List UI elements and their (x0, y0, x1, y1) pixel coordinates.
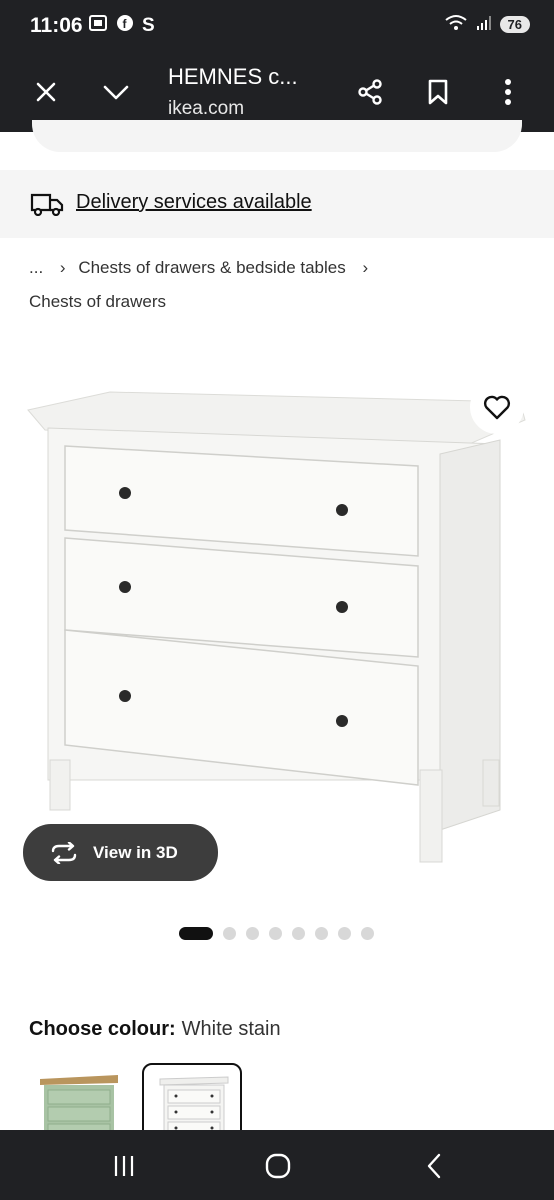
page-title: HEMNES c... (168, 64, 298, 89)
more-vert-icon (505, 79, 511, 105)
home-button[interactable] (258, 1148, 298, 1184)
facebook-icon: f (116, 14, 134, 38)
close-icon (36, 82, 56, 102)
truck-icon (30, 192, 64, 221)
delivery-services-link[interactable]: Delivery services available (76, 191, 312, 214)
carousel-dot[interactable] (269, 927, 282, 940)
more-options-button[interactable] (488, 72, 528, 112)
recent-apps-button[interactable] (104, 1148, 144, 1184)
favourite-button[interactable] (470, 380, 524, 434)
breadcrumb: ... › Chests of drawers & bedside tables… (29, 258, 368, 278)
search-bar-remnant (32, 120, 522, 152)
carousel-dot[interactable] (223, 927, 236, 940)
battery-indicator: 76 (499, 16, 530, 33)
status-notification-icons: f S (88, 14, 155, 38)
close-tab-button[interactable] (26, 72, 66, 112)
colour-label: Choose colour: (29, 1018, 176, 1040)
product-image[interactable] (0, 360, 554, 880)
carousel-dot-active[interactable] (179, 927, 213, 940)
chevron-right-icon: › (59, 258, 66, 277)
status-right-icons: 76 (444, 14, 530, 35)
breadcrumb-current[interactable]: Chests of drawers (29, 292, 166, 312)
view-in-3d-label: View in 3D (93, 842, 178, 862)
carousel-dot[interactable] (338, 927, 351, 940)
colour-value: White stain (181, 1018, 281, 1040)
signal-icon (476, 15, 492, 34)
colour-chooser: Choose colour: White stain (29, 1018, 281, 1041)
wifi-icon (444, 14, 468, 35)
recent-apps-icon (114, 1156, 134, 1176)
samsung-s-icon: S (142, 15, 155, 36)
chevron-right-icon: › (362, 258, 369, 277)
status-bar: 11:06 f S 76 (0, 0, 554, 52)
status-time: 11:06 (30, 14, 83, 37)
system-navigation-bar (0, 1130, 554, 1200)
back-icon (427, 1153, 441, 1179)
heart-icon (483, 395, 511, 420)
view-in-3d-button[interactable]: View in 3D (23, 824, 218, 881)
carousel-dot[interactable] (292, 927, 305, 940)
carousel-dot[interactable] (361, 927, 374, 940)
share-button[interactable] (350, 72, 390, 112)
chevron-down-icon (103, 85, 129, 100)
bookmark-icon (428, 79, 448, 105)
share-icon (358, 79, 382, 105)
image-carousel-indicator (179, 927, 374, 940)
screenshot-icon (88, 14, 108, 38)
delivery-banner: Delivery services available (0, 170, 554, 238)
back-button[interactable] (414, 1148, 454, 1184)
carousel-dot[interactable] (246, 927, 259, 940)
home-icon (265, 1153, 291, 1179)
bookmark-button[interactable] (418, 72, 458, 112)
breadcrumb-chests-bedside[interactable]: Chests of drawers & bedside tables (78, 258, 345, 277)
page-url: ikea.com (168, 98, 245, 119)
minimize-tab-button[interactable] (96, 72, 136, 112)
carousel-dot[interactable] (315, 927, 328, 940)
rotate-3d-icon (49, 841, 79, 864)
breadcrumb-ellipsis[interactable]: ... (29, 258, 43, 277)
